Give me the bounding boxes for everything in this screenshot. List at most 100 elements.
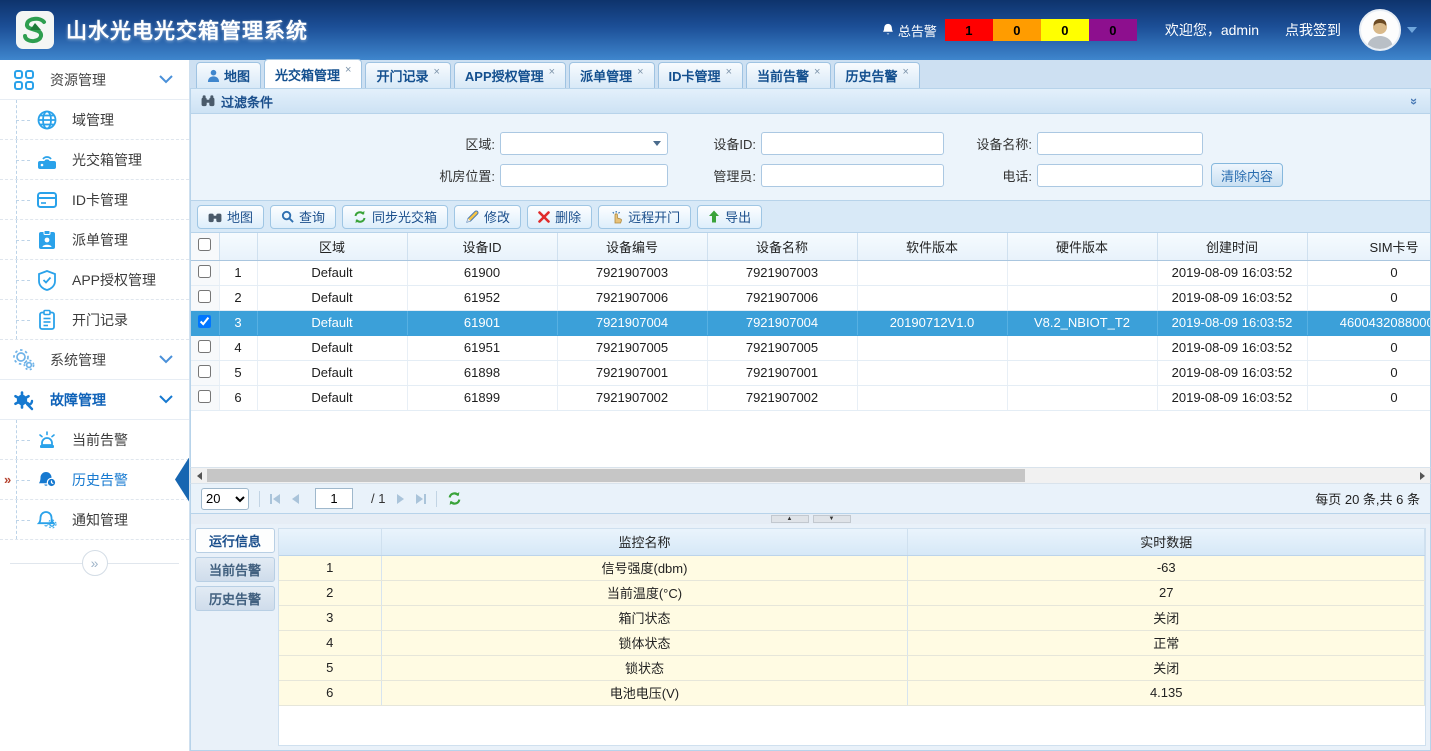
monitor-row[interactable]: 3箱门状态关闭: [279, 605, 1425, 630]
sidebar-group-system[interactable]: 系统管理: [0, 340, 189, 380]
col-monitor-num: [279, 529, 381, 555]
tab-idcard[interactable]: ID卡管理×: [658, 62, 743, 88]
map-button[interactable]: 地图: [197, 205, 264, 229]
scrollbar-thumb[interactable]: [207, 469, 1025, 482]
col-region[interactable]: 区域: [257, 233, 407, 260]
manager-input[interactable]: [761, 164, 944, 187]
panel-splitter[interactable]: ▲ ▼: [190, 514, 1431, 524]
scroll-left-icon[interactable]: [191, 468, 207, 483]
sidebar-group-resource[interactable]: 资源管理: [0, 60, 189, 100]
first-page-icon[interactable]: [270, 494, 280, 504]
splitter-up-icon[interactable]: ▲: [771, 515, 809, 523]
sidebar-item-idcard[interactable]: ID卡管理: [0, 180, 189, 220]
room-input[interactable]: [500, 164, 668, 187]
sidebar-group-label: 系统管理: [50, 350, 106, 370]
close-icon[interactable]: ×: [637, 66, 643, 78]
last-page-icon[interactable]: [416, 494, 426, 504]
alarm-badge-warning[interactable]: 0: [1089, 19, 1137, 41]
table-row[interactable]: 5Default61898792190700179219070012019-08…: [191, 360, 1431, 385]
close-icon[interactable]: ×: [814, 66, 820, 78]
monitor-row[interactable]: 5锁状态关闭: [279, 655, 1425, 680]
col-sw-version[interactable]: 软件版本: [857, 233, 1007, 260]
row-checkbox[interactable]: [198, 340, 211, 353]
col-sim[interactable]: SIM卡号: [1307, 233, 1431, 260]
tab-app-auth[interactable]: APP授权管理×: [454, 62, 566, 88]
alarm-badge-major[interactable]: 0: [993, 19, 1041, 41]
alarm-badge-critical[interactable]: 1: [945, 19, 993, 41]
monitor-row[interactable]: 6电池电压(V)4.135: [279, 680, 1425, 705]
device-id-input[interactable]: [761, 132, 944, 155]
edit-button[interactable]: 修改: [454, 205, 521, 229]
close-icon[interactable]: ×: [549, 66, 555, 78]
refresh-button[interactable]: [447, 491, 462, 506]
col-device-no[interactable]: 设备编号: [557, 233, 707, 260]
sidebar-item-door-record[interactable]: 开门记录: [0, 300, 189, 340]
delete-button[interactable]: 删除: [527, 205, 592, 229]
page-number-input[interactable]: [315, 488, 353, 509]
col-created[interactable]: 创建时间: [1157, 233, 1307, 260]
person-icon: [207, 69, 220, 82]
sidebar-item-dispatch[interactable]: 派单管理: [0, 220, 189, 260]
user-menu-caret-icon[interactable]: [1407, 27, 1417, 33]
row-checkbox[interactable]: [198, 315, 211, 328]
signin-link[interactable]: 点我签到: [1285, 20, 1341, 40]
prev-page-icon[interactable]: [292, 494, 299, 504]
close-icon[interactable]: ×: [345, 64, 351, 76]
monitor-row[interactable]: 1信号强度(dbm)-63: [279, 555, 1425, 580]
clear-button[interactable]: 清除内容: [1211, 163, 1283, 187]
row-checkbox[interactable]: [198, 265, 211, 278]
row-checkbox[interactable]: [198, 290, 211, 303]
close-icon[interactable]: ×: [433, 66, 439, 78]
tab-runtime-info[interactable]: 运行信息: [195, 528, 275, 553]
table-row[interactable]: 4Default61951792190700579219070052019-08…: [191, 335, 1431, 360]
select-all-checkbox[interactable]: [198, 238, 211, 251]
remote-open-button[interactable]: 远程开门: [598, 205, 691, 229]
col-device-id[interactable]: 设备ID: [407, 233, 557, 260]
tab-map[interactable]: 地图: [196, 62, 261, 88]
tab-dispatch[interactable]: 派单管理×: [569, 62, 654, 88]
monitor-row[interactable]: 4锁体状态正常: [279, 630, 1425, 655]
table-row[interactable]: 1Default61900792190700379219070032019-08…: [191, 260, 1431, 285]
col-device-name[interactable]: 设备名称: [707, 233, 857, 260]
region-select[interactable]: [500, 132, 668, 155]
export-button[interactable]: 导出: [697, 205, 762, 229]
avatar[interactable]: [1359, 9, 1401, 51]
binoculars-icon: [201, 95, 215, 107]
monitor-row[interactable]: 2当前温度(°C)27: [279, 580, 1425, 605]
phone-input[interactable]: [1037, 164, 1203, 187]
device-name-input[interactable]: [1037, 132, 1203, 155]
sidebar-group-fault[interactable]: 故障管理: [0, 380, 189, 420]
sidebar-item-app-auth[interactable]: APP授权管理: [0, 260, 189, 300]
pencil-icon: [465, 210, 479, 224]
page-size-select[interactable]: 20: [201, 488, 249, 510]
col-hw-version[interactable]: 硬件版本: [1007, 233, 1157, 260]
tab-door-record[interactable]: 开门记录×: [365, 62, 450, 88]
scroll-right-icon[interactable]: [1414, 468, 1430, 483]
close-icon[interactable]: ×: [726, 66, 732, 78]
tab-cabinet-mgmt[interactable]: 光交箱管理×: [264, 59, 362, 88]
alarm-badge-minor[interactable]: 0: [1041, 19, 1089, 41]
row-checkbox[interactable]: [198, 390, 211, 403]
detail-tabs: 运行信息 当前告警 历史告警: [195, 528, 275, 746]
sidebar-item-domain[interactable]: 域管理: [0, 100, 189, 140]
sidebar-item-history-alarm[interactable]: » 历史告警: [0, 460, 189, 500]
sidebar-collapse-button[interactable]: »: [82, 550, 108, 576]
sidebar-item-notify[interactable]: 通知管理: [0, 500, 189, 540]
sidebar-item-cabinet[interactable]: 光交箱管理: [0, 140, 189, 180]
tab-history-alarm[interactable]: 历史告警×: [834, 62, 919, 88]
sidebar-item-current-alarm[interactable]: 当前告警: [0, 420, 189, 460]
tab-current-alarm-detail[interactable]: 当前告警: [195, 557, 275, 582]
table-row[interactable]: 2Default61952792190700679219070062019-08…: [191, 285, 1431, 310]
filter-collapse-icon[interactable]: »: [1407, 97, 1422, 104]
horizontal-scrollbar[interactable]: [190, 467, 1431, 484]
table-row-selected[interactable]: 3Default61901792190700479219070042019071…: [191, 310, 1431, 335]
table-row[interactable]: 6Default61899792190700279219070022019-08…: [191, 385, 1431, 410]
splitter-down-icon[interactable]: ▼: [813, 515, 851, 523]
next-page-icon[interactable]: [397, 494, 404, 504]
close-icon[interactable]: ×: [902, 66, 908, 78]
tab-history-alarm-detail[interactable]: 历史告警: [195, 586, 275, 611]
sync-button[interactable]: 同步光交箱: [342, 205, 448, 229]
search-button[interactable]: 查询: [270, 205, 336, 229]
tab-current-alarm[interactable]: 当前告警×: [746, 62, 831, 88]
row-checkbox[interactable]: [198, 365, 211, 378]
